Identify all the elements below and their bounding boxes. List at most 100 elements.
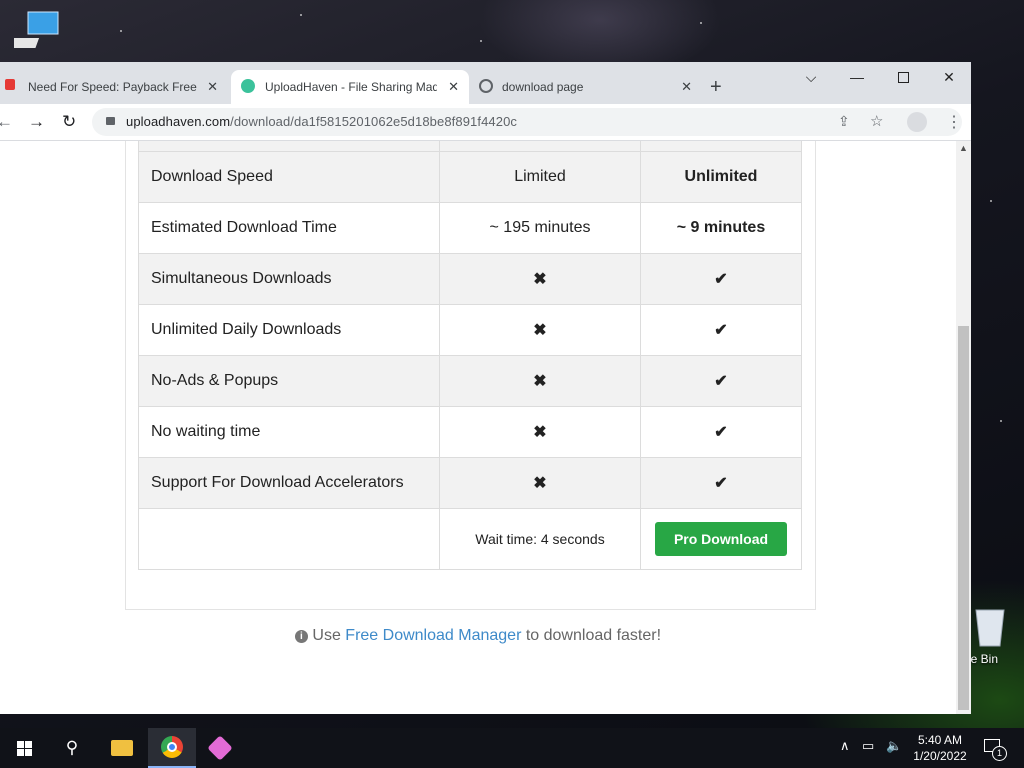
clock-date: 1/20/2022	[913, 749, 967, 763]
feature-cell: No-Ads & Popups	[138, 355, 440, 407]
scroll-up-arrow-icon[interactable]: ▲	[959, 143, 968, 153]
wait-time-text: Wait time: 4 seconds	[439, 508, 641, 570]
gem-icon	[207, 735, 233, 761]
tab-search-button[interactable]: ⌵	[788, 62, 834, 92]
show-hidden-icons-chevron-up-icon[interactable]: ∧	[840, 738, 850, 754]
reload-icon[interactable]: ↻	[62, 112, 76, 132]
address-bar[interactable]: uploadhaven.com/download/da1f5815201062e…	[92, 108, 962, 136]
star	[480, 40, 482, 42]
feature-cell: Download Speed	[138, 151, 440, 203]
star	[990, 200, 992, 202]
table-row: No waiting time ✖ ✔	[138, 406, 802, 458]
note-suffix: to download faster!	[525, 627, 662, 644]
file-explorer-taskbar-button[interactable]	[98, 728, 146, 768]
uploadhaven-favicon-icon	[241, 79, 255, 93]
forward-arrow-icon[interactable]: →	[28, 112, 45, 132]
tab-download-page[interactable]: download page ✕	[470, 70, 702, 104]
tab-label: UploadHaven - File Sharing Mad	[265, 80, 437, 94]
cross-icon: ✖	[439, 355, 641, 407]
chrome-icon	[161, 736, 183, 758]
chrome-window: Need For Speed: Payback Free D ✕ UploadH…	[0, 62, 971, 714]
volume-muted-icon[interactable]: 🔈	[886, 738, 902, 754]
checkmark-icon: ✔	[640, 253, 802, 305]
tab-uploadhaven[interactable]: UploadHaven - File Sharing Mad ✕	[231, 70, 469, 104]
cross-icon: ✖	[439, 457, 641, 509]
scrollbar-thumb[interactable]	[958, 326, 969, 710]
maximize-icon	[897, 71, 909, 83]
table-row: No-Ads & Popups ✖ ✔	[138, 355, 802, 407]
feature-cell: Unlimited Daily Downloads	[138, 304, 440, 356]
free-cell: Limited	[439, 151, 641, 203]
windows-logo-icon	[16, 740, 32, 756]
note-prefix: Use	[312, 627, 341, 644]
page-scrollbar[interactable]: ▲	[956, 141, 971, 714]
back-arrow-icon[interactable]: ←	[0, 112, 13, 132]
cross-icon: ✖	[439, 406, 641, 458]
table-row: Support For Download Accelerators ✖ ✔	[138, 457, 802, 509]
checkmark-icon: ✔	[640, 457, 802, 509]
close-tab-icon[interactable]: ✕	[207, 79, 218, 95]
new-tab-button[interactable]: +	[710, 70, 740, 104]
browser-toolbar: ← → ↻ uploadhaven.com/download/da1f58152…	[0, 104, 971, 141]
table-row: Estimated Download Time ~ 195 minutes ~ …	[138, 202, 802, 254]
bookmark-star-icon[interactable]: ☆	[870, 112, 883, 130]
notification-count-badge: 1	[992, 746, 1007, 761]
pro-cell: ~ 9 minutes	[640, 202, 802, 254]
start-button[interactable]	[0, 728, 48, 768]
clock-time: 5:40 AM	[917, 733, 963, 747]
minimize-icon: —	[850, 69, 864, 85]
page-content: Download Speed Limited Unlimited Estimat…	[0, 141, 956, 714]
url-host: uploadhaven.com	[126, 114, 231, 129]
close-tab-icon[interactable]: ✕	[448, 79, 459, 95]
download-card: Download Speed Limited Unlimited Estimat…	[125, 141, 816, 610]
recycle-bin-desktop-icon[interactable]: cle Bin	[962, 600, 1022, 670]
comparison-table: Download Speed Limited Unlimited Estimat…	[138, 141, 802, 570]
share-icon[interactable]: ⇪	[838, 113, 850, 130]
windows-taskbar: ⚲ ∧ ▭ 🔈 5:40 AM 1/20/2022 1	[0, 728, 1024, 768]
tab-need-for-speed[interactable]: Need For Speed: Payback Free D ✕	[0, 70, 228, 104]
table-row: Download Speed Limited Unlimited	[138, 151, 802, 203]
minimize-button[interactable]: —	[834, 62, 880, 92]
feature-cell: Support For Download Accelerators	[138, 457, 440, 509]
table-row: Unlimited Daily Downloads ✖ ✔	[138, 304, 802, 356]
feature-cell: Estimated Download Time	[138, 202, 440, 254]
maximize-button[interactable]	[880, 62, 926, 92]
cross-icon: ✖	[439, 304, 641, 356]
url-path: /download/da1f5815201062e5d18be8f891f442…	[230, 114, 517, 129]
clock[interactable]: 5:40 AM 1/20/2022	[906, 732, 974, 764]
free-download-manager-link[interactable]: Free Download Manager	[345, 627, 521, 644]
this-pc-desktop-icon[interactable]	[5, 8, 64, 56]
folder-icon	[111, 740, 133, 756]
tab-strip: Need For Speed: Payback Free D ✕ UploadH…	[0, 62, 971, 104]
plus-icon: +	[710, 75, 722, 98]
chevron-down-icon: ⌵	[805, 68, 817, 85]
search-button[interactable]: ⚲	[48, 728, 96, 768]
cross-icon: ✖	[439, 253, 641, 305]
close-icon: ✕	[943, 68, 955, 85]
star	[300, 14, 302, 16]
profile-avatar-icon[interactable]	[907, 112, 927, 132]
globe-icon	[479, 79, 493, 93]
notifications-button[interactable]: 1	[982, 736, 1007, 761]
tab-label: download page	[502, 80, 584, 94]
checkmark-icon: ✔	[640, 304, 802, 356]
more-menu-icon[interactable]: ⋮	[946, 112, 962, 132]
info-circle-icon: i	[294, 630, 308, 643]
checkmark-icon: ✔	[640, 355, 802, 407]
chrome-taskbar-button[interactable]	[148, 728, 196, 768]
app-taskbar-button[interactable]	[196, 728, 244, 768]
table-row: Simultaneous Downloads ✖ ✔	[138, 253, 802, 305]
network-icon[interactable]: ▭	[862, 738, 874, 754]
star	[1000, 420, 1002, 422]
checkmark-icon: ✔	[640, 406, 802, 458]
search-icon: ⚲	[65, 738, 79, 757]
free-cell: ~ 195 minutes	[439, 202, 641, 254]
table-row	[138, 141, 802, 152]
table-row: Wait time: 4 seconds Pro Download	[138, 508, 802, 570]
star	[120, 30, 122, 32]
close-window-button[interactable]: ✕	[926, 62, 971, 92]
download-manager-note: i Use Free Download Manager to download …	[0, 627, 956, 645]
pro-cell: Unlimited	[640, 151, 802, 203]
close-tab-icon[interactable]: ✕	[681, 79, 692, 95]
pro-download-button[interactable]: Pro Download	[654, 522, 788, 556]
